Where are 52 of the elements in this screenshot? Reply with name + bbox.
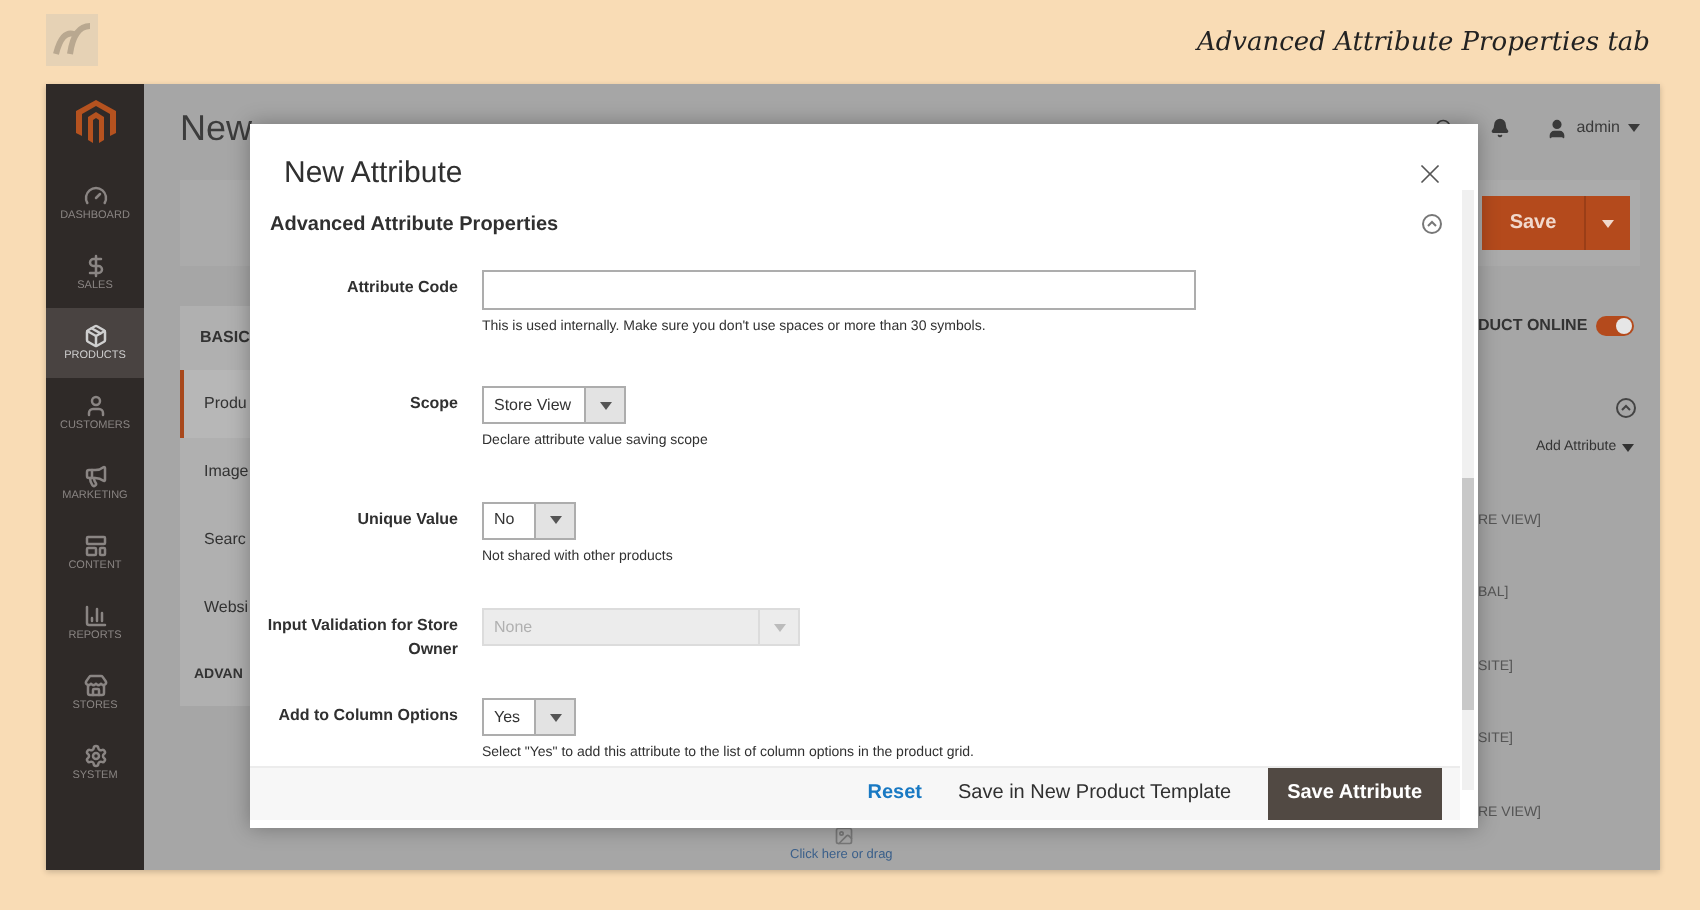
select-field[interactable]: No bbox=[482, 501, 576, 539]
select-field[interactable]: Yes bbox=[482, 698, 576, 736]
field-label: Attribute Code bbox=[346, 275, 458, 299]
reset-link[interactable]: Reset bbox=[867, 778, 923, 808]
user-menu[interactable]: admin bbox=[1576, 116, 1620, 140]
nav-item[interactable]: Produ bbox=[180, 370, 250, 438]
nav-item[interactable]: Searc bbox=[180, 506, 250, 574]
attribute-code-field[interactable] bbox=[482, 269, 1196, 309]
user-icon bbox=[1546, 117, 1569, 139]
box-icon bbox=[83, 323, 107, 348]
magento-logo-icon bbox=[75, 100, 115, 144]
image-icon bbox=[834, 826, 854, 847]
dollar-icon bbox=[83, 253, 107, 278]
select-value: Store View bbox=[492, 393, 574, 417]
caret-icon bbox=[599, 401, 611, 409]
caret-icon bbox=[1602, 219, 1614, 227]
caret-icon bbox=[549, 516, 561, 524]
gauge-icon bbox=[83, 183, 107, 208]
store-icon bbox=[83, 673, 107, 698]
caret-icon bbox=[1622, 444, 1635, 453]
megaphone-icon bbox=[83, 463, 107, 488]
caret-icon bbox=[549, 713, 561, 721]
online-toggle[interactable] bbox=[1595, 316, 1634, 336]
nav-item[interactable]: Websi bbox=[180, 574, 250, 642]
section-title[interactable]: Advanced Attribute Properties bbox=[270, 209, 559, 239]
field-label: Unique Value bbox=[357, 507, 458, 531]
caret-icon bbox=[1628, 124, 1640, 132]
select-field[interactable]: Store View bbox=[482, 386, 626, 424]
person-icon bbox=[83, 393, 107, 418]
select-value: Yes bbox=[492, 705, 523, 729]
settings-icon bbox=[83, 743, 107, 768]
caption: Advanced Attribute Properties tab bbox=[1196, 26, 1652, 62]
nav-heading[interactable]: BASIC bbox=[180, 306, 250, 370]
select-value: No bbox=[492, 508, 517, 532]
select-value: None bbox=[492, 615, 535, 639]
page-title: New bbox=[180, 105, 253, 151]
caret-icon bbox=[773, 623, 785, 631]
save-button[interactable]: Save bbox=[1482, 196, 1630, 250]
collapse-icon[interactable] bbox=[1616, 398, 1636, 418]
save-attribute-button[interactable]: Save Attribute bbox=[1267, 767, 1442, 819]
field-label: Add to Column Options bbox=[278, 704, 458, 728]
logo-icon bbox=[46, 14, 98, 66]
bar-chart-icon bbox=[83, 603, 107, 628]
modal-title: New Attribute bbox=[284, 154, 463, 194]
field-label: Input Validation for Store Owner bbox=[266, 614, 458, 662]
layout-icon bbox=[83, 533, 107, 558]
bell-icon[interactable] bbox=[1490, 118, 1511, 138]
collapse-icon[interactable] bbox=[1422, 214, 1442, 234]
save-template-button[interactable]: Save in New Product Template bbox=[958, 778, 1232, 808]
nav-item[interactable]: Image bbox=[180, 438, 250, 506]
online-label: DUCT ONLINE bbox=[1478, 314, 1588, 338]
field-label: Scope bbox=[409, 392, 458, 416]
